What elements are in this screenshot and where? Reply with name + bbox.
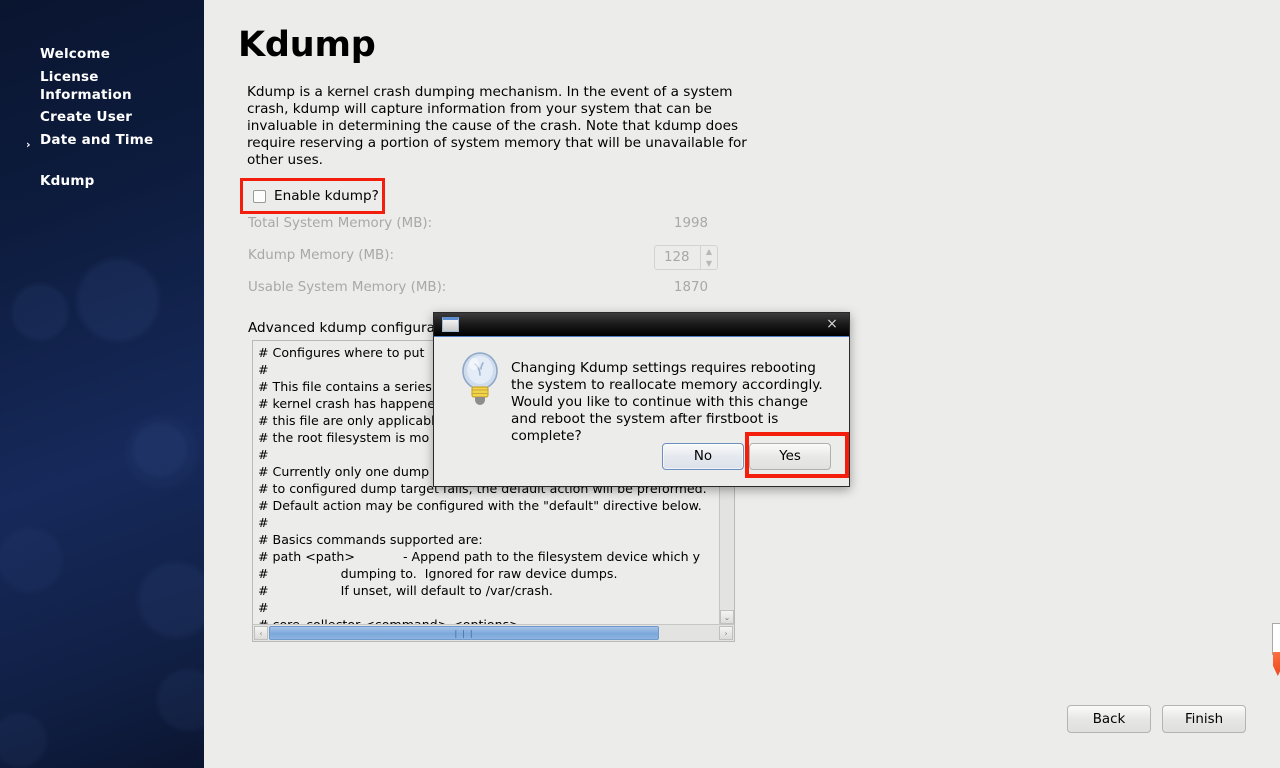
sidebar-item-label: Kdump <box>40 173 95 189</box>
dialog-yes-button[interactable]: Yes <box>749 443 831 470</box>
enable-kdump-checkbox-row[interactable]: Enable kdump? <box>253 188 379 204</box>
kdump-memory-stepper[interactable]: 128 ▲ ▼ <box>654 245 718 270</box>
scroll-left-icon[interactable]: ‹ <box>254 626 268 640</box>
usable-system-memory-row: Usable System Memory (MB): 1870 <box>248 280 708 300</box>
sidebar: Welcome License Information Create User … <box>0 0 204 768</box>
stepper-down-icon[interactable]: ▼ <box>701 258 717 270</box>
enable-kdump-checkbox[interactable] <box>253 189 266 203</box>
window-icon <box>442 317 459 332</box>
total-system-memory-label: Total System Memory (MB): <box>248 216 433 231</box>
firstboot-window: Welcome License Information Create User … <box>0 0 1280 768</box>
usable-system-memory-value: 1870 <box>673 280 708 295</box>
scroll-right-icon[interactable]: › <box>719 626 733 640</box>
kdump-memory-row: Kdump Memory (MB): 128 ▲ ▼ <box>248 245 718 270</box>
back-button[interactable]: Back <box>1067 705 1151 733</box>
advanced-config-label: Advanced kdump configurat <box>248 320 441 336</box>
finish-button[interactable]: Finish <box>1162 705 1246 733</box>
kdump-memory-label: Kdump Memory (MB): <box>248 248 394 263</box>
horizontal-scrollbar[interactable]: ‹ ❘❘❘ › <box>253 624 734 641</box>
stepper-up-icon[interactable]: ▲ <box>701 246 717 258</box>
scroll-down-icon[interactable]: ⌄ <box>720 610 734 624</box>
enable-kdump-highlight: Enable kdump? <box>240 178 385 214</box>
total-system-memory-row: Total System Memory (MB): 1998 <box>248 216 708 236</box>
lightbulb-icon <box>462 352 498 405</box>
stepper-buttons[interactable]: ▲ ▼ <box>700 246 717 269</box>
page-title: Kdump <box>238 25 376 65</box>
dialog-message: Changing Kdump settings requires rebooti… <box>511 360 823 444</box>
chevron-right-icon: › <box>26 138 31 151</box>
close-icon[interactable]: × <box>823 315 841 333</box>
usable-system-memory-label: Usable System Memory (MB): <box>248 280 447 295</box>
offscreen-popup-fragment <box>1272 623 1280 655</box>
enable-kdump-label: Enable kdump? <box>274 188 379 204</box>
dialog-titlebar[interactable]: × <box>434 313 849 337</box>
intro-text: Kdump is a kernel crash dumping mechanis… <box>247 84 747 168</box>
horizontal-scroll-thumb[interactable]: ❘❘❘ <box>269 626 659 640</box>
sidebar-item-kdump[interactable]: › Kdump <box>26 136 198 208</box>
total-system-memory-value: 1998 <box>673 216 708 231</box>
kdump-confirm-dialog: × Changing Kdump settings requires reboo… <box>433 312 850 487</box>
dialog-no-button[interactable]: No <box>662 443 744 470</box>
kdump-memory-value: 128 <box>664 250 690 265</box>
